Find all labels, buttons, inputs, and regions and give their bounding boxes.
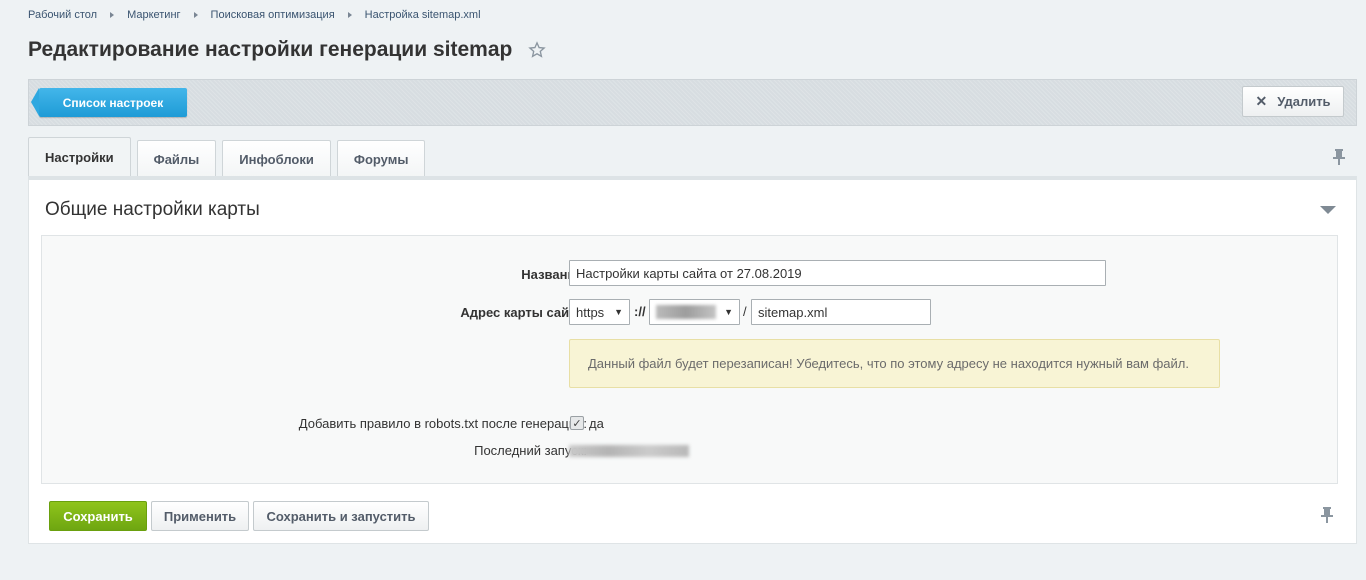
tab-bar: Настройки Файлы Инфоблоки Форумы	[28, 137, 431, 177]
breadcrumb: Рабочий стол Маркетинг Поисковая оптимиз…	[28, 9, 481, 21]
breadcrumb-item-sitemap[interactable]: Настройка sitemap.xml	[365, 9, 481, 21]
breadcrumb-item-seo[interactable]: Поисковая оптимизация	[211, 9, 335, 21]
tab-forums[interactable]: Форумы	[336, 140, 426, 177]
page-title-row: Редактирование настройки генерации sitem…	[28, 38, 547, 62]
chevron-down-icon: ▼	[614, 307, 623, 317]
save-and-run-button[interactable]: Сохранить и запустить	[253, 501, 429, 531]
robots-checkbox-label[interactable]: да	[589, 416, 604, 431]
breadcrumb-item-desktop[interactable]: Рабочий стол	[28, 9, 97, 21]
collapse-icon[interactable]	[1320, 206, 1336, 214]
section-title: Общие настройки карты	[45, 199, 260, 220]
tab-files[interactable]: Файлы	[136, 140, 217, 177]
protocol-value: https	[576, 304, 605, 320]
filename-input[interactable]: sitemap.xml	[751, 299, 931, 325]
pin-icon[interactable]	[1320, 506, 1334, 524]
close-icon: ✕	[1255, 93, 1268, 109]
overwrite-warning: Данный файл будет перезаписан! Убедитесь…	[569, 339, 1220, 388]
protocol-separator: ://	[634, 304, 646, 319]
settings-list-button[interactable]: Список настроек	[31, 88, 187, 117]
delete-button[interactable]: ✕ Удалить	[1242, 86, 1344, 117]
robots-label: Добавить правило в robots.txt после гене…	[298, 416, 587, 431]
breadcrumb-separator-icon	[347, 12, 352, 18]
last-run-value-redacted	[569, 445, 689, 457]
settings-panel: Общие настройки карты Название: Настройк…	[28, 176, 1357, 544]
form-area: Название: Настройки карты сайта от 27.08…	[41, 235, 1338, 484]
chevron-down-icon: ▼	[724, 307, 733, 317]
domain-value-redacted	[656, 305, 716, 319]
tab-settings[interactable]: Настройки	[28, 137, 131, 177]
breadcrumb-separator-icon	[110, 12, 115, 18]
path-separator: /	[743, 304, 747, 319]
protocol-select[interactable]: https ▼	[569, 299, 630, 325]
breadcrumb-separator-icon	[193, 12, 198, 18]
pin-icon[interactable]	[1332, 148, 1346, 166]
save-button[interactable]: Сохранить	[49, 501, 147, 531]
breadcrumb-item-marketing[interactable]: Маркетинг	[127, 9, 180, 21]
name-input[interactable]: Настройки карты сайта от 27.08.2019	[569, 260, 1106, 286]
toolbar: Список настроек ✕ Удалить	[28, 79, 1357, 126]
domain-select[interactable]: ▼	[649, 299, 740, 325]
apply-button[interactable]: Применить	[151, 501, 249, 531]
form-buttons: Сохранить Применить Сохранить и запустит…	[49, 501, 433, 531]
address-label: Адрес карты сайта:	[460, 305, 587, 320]
page-title: Редактирование настройки генерации sitem…	[28, 38, 513, 61]
tab-infoblocks[interactable]: Инфоблоки	[222, 140, 331, 177]
delete-button-label: Удалить	[1277, 94, 1331, 109]
star-icon[interactable]	[528, 41, 547, 59]
robots-checkbox[interactable]: ✓	[570, 416, 584, 430]
